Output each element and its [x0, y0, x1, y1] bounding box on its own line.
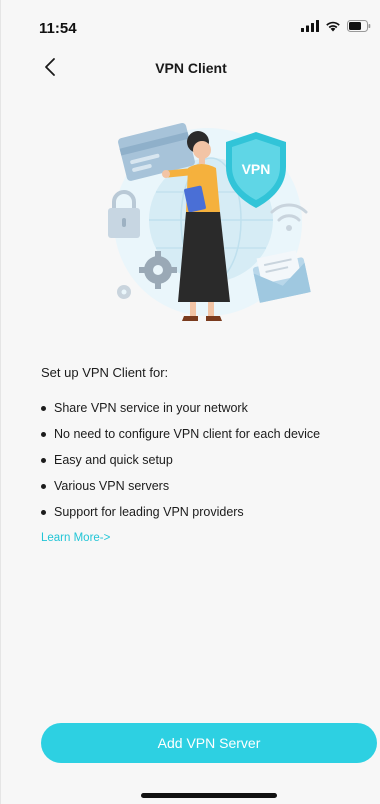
list-item: No need to configure VPN client for each…	[41, 421, 320, 447]
feature-text: Share VPN service in your network	[54, 401, 248, 415]
wifi-icon	[325, 19, 341, 37]
cellular-signal-icon	[301, 19, 319, 37]
feature-text: Various VPN servers	[54, 479, 170, 493]
bullet-icon	[41, 509, 46, 515]
vpn-illustration: VPN	[96, 112, 316, 332]
vpn-client-screen: 11:54 VPN Client VPN Set up VPN Client f…	[0, 0, 380, 804]
feature-text: Support for leading VPN providers	[54, 505, 244, 519]
navigation-bar: VPN Client	[1, 52, 380, 88]
status-bar: 11:54	[1, 0, 380, 52]
shield-vpn-label: VPN	[242, 161, 271, 177]
list-item: Share VPN service in your network	[41, 395, 320, 421]
bullet-icon	[41, 431, 46, 437]
add-vpn-server-button[interactable]: Add VPN Server	[41, 723, 377, 763]
feature-text: Easy and quick setup	[54, 453, 173, 467]
status-time: 11:54	[39, 20, 77, 37]
list-item: Easy and quick setup	[41, 447, 320, 473]
bullet-icon	[41, 405, 46, 411]
bullet-icon	[41, 483, 46, 489]
learn-more-link[interactable]: Learn More->	[41, 532, 110, 544]
feature-text: No need to configure VPN client for each…	[54, 427, 321, 441]
status-icons	[301, 20, 371, 36]
intro-text: Set up VPN Client for:	[41, 365, 169, 380]
feature-list: Share VPN service in your network No nee…	[41, 395, 320, 525]
battery-icon	[347, 19, 371, 37]
home-indicator	[141, 793, 277, 798]
list-item: Various VPN servers	[41, 473, 320, 499]
list-item: Support for leading VPN providers	[41, 499, 320, 525]
page-title: VPN Client	[155, 60, 227, 76]
bullet-icon	[41, 457, 46, 463]
